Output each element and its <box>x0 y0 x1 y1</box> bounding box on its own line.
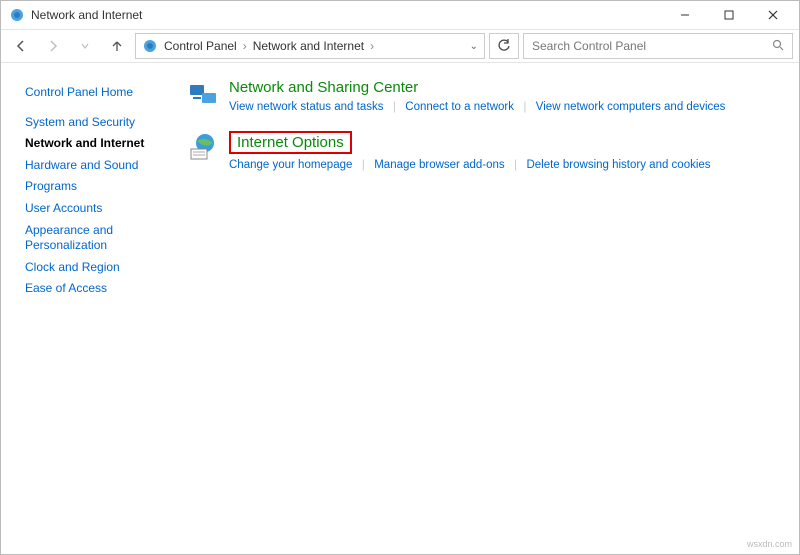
sidebar-item-ease-access[interactable]: Ease of Access <box>25 281 163 297</box>
sidebar-item-appearance[interactable]: Appearance and Personalization <box>25 223 163 254</box>
sidebar-item-network-internet[interactable]: Network and Internet <box>25 136 163 152</box>
chevron-right-icon: › <box>243 39 247 53</box>
sidebar: Control Panel Home System and Security N… <box>1 63 171 554</box>
search-input[interactable]: Search Control Panel <box>523 33 793 59</box>
task-link[interactable]: Change your homepage <box>229 159 352 171</box>
toolbar: Control Panel › Network and Internet › ⌄… <box>1 29 799 63</box>
sidebar-item-programs[interactable]: Programs <box>25 179 163 195</box>
control-panel-icon <box>9 7 25 23</box>
chevron-down-icon[interactable]: ⌄ <box>470 41 478 52</box>
task-link[interactable]: Manage browser add-ons <box>374 159 504 171</box>
sidebar-home[interactable]: Control Panel Home <box>25 85 163 101</box>
recent-dropdown[interactable] <box>71 32 99 60</box>
control-panel-icon <box>142 38 158 54</box>
watermark: wsxdn.com <box>747 539 792 549</box>
task-link[interactable]: View network status and tasks <box>229 101 383 113</box>
sidebar-item-hardware-sound[interactable]: Hardware and Sound <box>25 158 163 174</box>
forward-button[interactable] <box>39 32 67 60</box>
internet-options-icon <box>187 131 219 163</box>
search-icon <box>772 39 784 54</box>
close-button[interactable] <box>751 1 795 29</box>
task-link[interactable]: View network computers and devices <box>536 101 726 113</box>
sidebar-item-clock-region[interactable]: Clock and Region <box>25 260 163 276</box>
content-pane: Network and Sharing Center View network … <box>171 63 799 554</box>
breadcrumb-current[interactable]: Network and Internet <box>253 39 364 53</box>
breadcrumb-root[interactable]: Control Panel <box>164 39 237 53</box>
category-title-link[interactable]: Network and Sharing Center <box>229 79 418 96</box>
address-bar[interactable]: Control Panel › Network and Internet › ⌄ <box>135 33 485 59</box>
window-title: Network and Internet <box>31 8 142 22</box>
minimize-button[interactable] <box>663 1 707 29</box>
up-button[interactable] <box>103 32 131 60</box>
search-placeholder: Search Control Panel <box>532 39 646 53</box>
network-sharing-icon <box>187 79 219 111</box>
task-link[interactable]: Connect to a network <box>405 101 514 113</box>
category-title-link[interactable]: Internet Options <box>229 131 352 154</box>
maximize-button[interactable] <box>707 1 751 29</box>
sidebar-item-user-accounts[interactable]: User Accounts <box>25 201 163 217</box>
refresh-button[interactable] <box>489 33 519 59</box>
chevron-right-icon: › <box>370 39 374 53</box>
category-internet-options: Internet Options Change your homepage | … <box>187 131 783 171</box>
back-button[interactable] <box>7 32 35 60</box>
category-network-sharing: Network and Sharing Center View network … <box>187 79 783 113</box>
titlebar: Network and Internet <box>1 1 799 29</box>
sidebar-item-system-security[interactable]: System and Security <box>25 115 163 131</box>
task-link[interactable]: Delete browsing history and cookies <box>526 159 710 171</box>
